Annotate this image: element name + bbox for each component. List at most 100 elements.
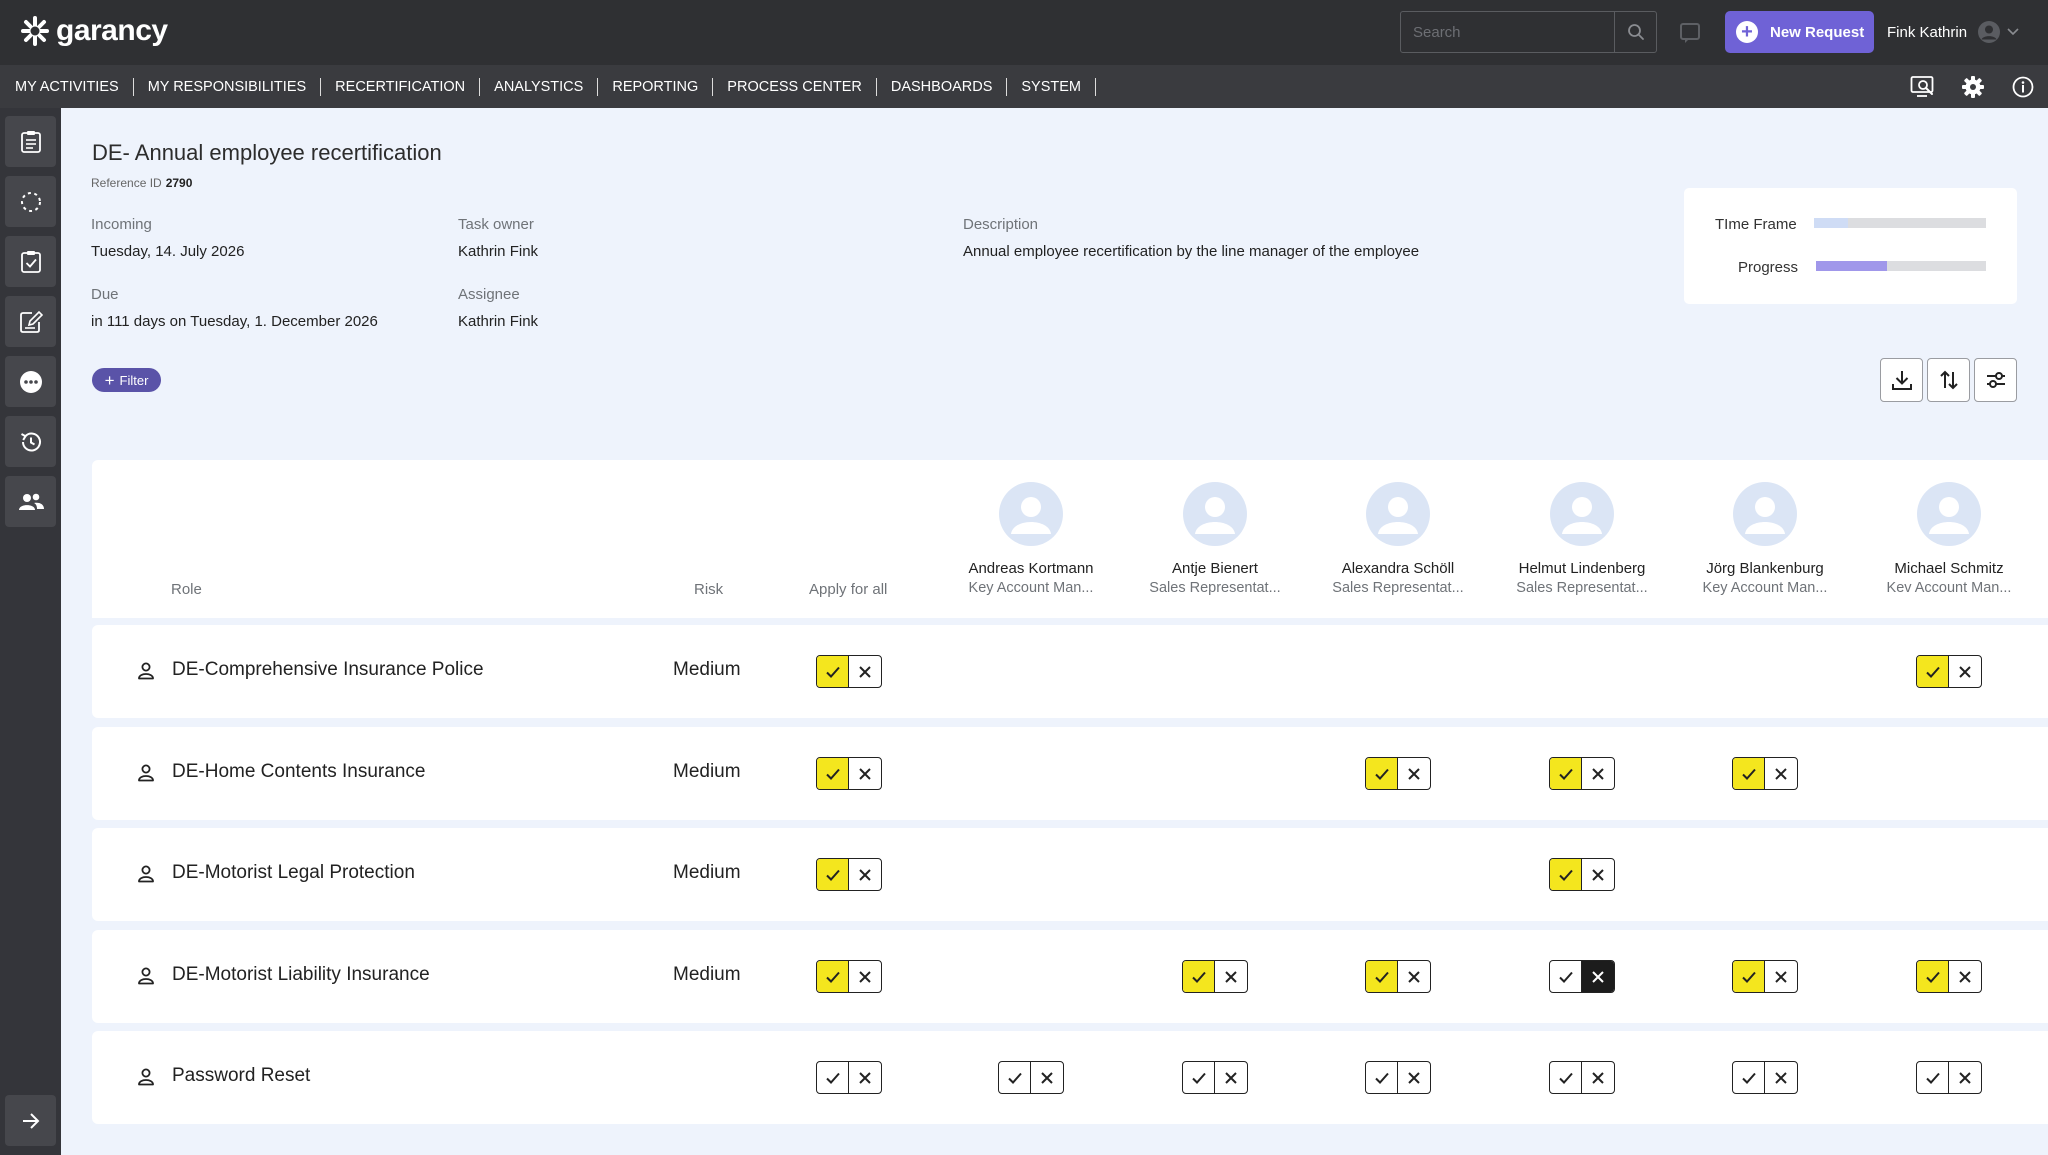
reject-button[interactable] bbox=[1582, 758, 1614, 789]
search-input[interactable] bbox=[1401, 12, 1614, 52]
close-icon bbox=[1408, 767, 1420, 780]
approve-button[interactable] bbox=[1550, 758, 1582, 789]
approve-button[interactable] bbox=[1366, 961, 1398, 992]
sidebar-item-pending[interactable] bbox=[5, 356, 56, 407]
approve-button[interactable] bbox=[1550, 859, 1582, 890]
reject-button[interactable] bbox=[1215, 961, 1247, 992]
nav-dashboards[interactable]: DASHBOARDS bbox=[877, 77, 1008, 96]
reject-button[interactable] bbox=[1765, 1062, 1797, 1093]
user-column-header[interactable]: Alexandra Schöll Sales Representat... bbox=[1306, 482, 1490, 596]
approve-button[interactable] bbox=[1183, 1062, 1215, 1093]
approve-button[interactable] bbox=[1733, 758, 1765, 789]
approve-button[interactable] bbox=[1917, 656, 1949, 687]
sidebar-item-completed[interactable] bbox=[5, 236, 56, 287]
sidebar-item-history[interactable] bbox=[5, 416, 56, 467]
sidebar-item-edit[interactable] bbox=[5, 296, 56, 347]
reject-button[interactable] bbox=[1765, 758, 1797, 789]
reject-button[interactable] bbox=[1765, 961, 1797, 992]
reject-button[interactable] bbox=[1398, 961, 1430, 992]
reject-button[interactable] bbox=[1398, 1062, 1430, 1093]
user-avatar-icon bbox=[999, 482, 1063, 546]
sort-button[interactable] bbox=[1927, 358, 1970, 402]
decision-toggle bbox=[1916, 1061, 1982, 1094]
filter-button[interactable]: + Filter bbox=[92, 368, 161, 392]
download-icon bbox=[1891, 371, 1912, 390]
settings-button[interactable] bbox=[1948, 65, 1998, 108]
user-column-header[interactable]: Andreas Kortmann Key Account Man... bbox=[939, 482, 1123, 596]
search-button[interactable] bbox=[1614, 12, 1656, 52]
new-request-button[interactable]: + New Request bbox=[1725, 11, 1874, 53]
approve-button[interactable] bbox=[817, 656, 849, 687]
user-title: Sales Representat... bbox=[1332, 580, 1464, 596]
sidebar-item-users[interactable] bbox=[5, 476, 56, 527]
role-name[interactable]: DE-Comprehensive Insurance Police bbox=[172, 659, 484, 681]
users-icon bbox=[18, 493, 44, 510]
user-menu[interactable]: Fink Kathrin bbox=[1887, 20, 2019, 44]
reject-button[interactable] bbox=[1582, 859, 1614, 890]
user-column-header[interactable]: Michael Schmitz Kev Account Man... bbox=[1857, 482, 2041, 596]
reject-button[interactable] bbox=[849, 859, 881, 890]
approve-button[interactable] bbox=[1366, 758, 1398, 789]
risk-column-header[interactable]: Risk bbox=[694, 581, 723, 598]
approve-button[interactable] bbox=[817, 961, 849, 992]
reject-button[interactable] bbox=[1215, 1062, 1247, 1093]
approve-button[interactable] bbox=[1733, 961, 1765, 992]
user-column-header[interactable]: Antje Bienert Sales Representat... bbox=[1123, 482, 1307, 596]
role-column-header[interactable]: Role bbox=[171, 581, 202, 598]
user-column-header[interactable]: Jörg Blankenburg Key Account Man... bbox=[1673, 482, 1857, 596]
approve-button[interactable] bbox=[1917, 961, 1949, 992]
user-avatar-icon bbox=[1733, 482, 1797, 546]
approve-button[interactable] bbox=[1733, 1062, 1765, 1093]
app-logo[interactable]: garancy bbox=[20, 14, 168, 48]
reject-button[interactable] bbox=[849, 961, 881, 992]
approve-button[interactable] bbox=[999, 1062, 1031, 1093]
check-icon bbox=[1925, 971, 1940, 983]
user-title: Key Account Man... bbox=[968, 580, 1094, 596]
chevron-down-icon bbox=[2007, 28, 2019, 36]
role-name[interactable]: DE-Motorist Liability Insurance bbox=[172, 964, 430, 986]
reject-button[interactable] bbox=[1582, 1062, 1614, 1093]
role-name[interactable]: Password Reset bbox=[172, 1065, 310, 1087]
reject-button[interactable] bbox=[849, 656, 881, 687]
nav-recertification[interactable]: RECERTIFICATION bbox=[321, 77, 481, 96]
nav-reporting[interactable]: REPORTING bbox=[598, 77, 714, 96]
download-button[interactable] bbox=[1880, 358, 1923, 402]
reject-button[interactable] bbox=[1582, 961, 1614, 992]
sidebar-expand-button[interactable] bbox=[5, 1095, 56, 1146]
reject-button[interactable] bbox=[849, 758, 881, 789]
decision-toggle bbox=[1549, 1061, 1615, 1094]
approve-button[interactable] bbox=[1550, 961, 1582, 992]
adjust-columns-button[interactable] bbox=[1974, 358, 2017, 402]
role-name[interactable]: DE-Motorist Legal Protection bbox=[172, 862, 415, 884]
reject-button[interactable] bbox=[1949, 1062, 1981, 1093]
reject-button[interactable] bbox=[1031, 1062, 1063, 1093]
info-button[interactable] bbox=[1998, 65, 2048, 108]
approve-button[interactable] bbox=[1917, 1062, 1949, 1093]
search-monitor-button[interactable] bbox=[1898, 65, 1948, 108]
reject-button[interactable] bbox=[1398, 758, 1430, 789]
check-icon bbox=[1191, 1072, 1206, 1084]
reject-button[interactable] bbox=[1949, 961, 1981, 992]
sidebar-item-in-progress[interactable] bbox=[5, 176, 56, 227]
approve-button[interactable] bbox=[1550, 1062, 1582, 1093]
nav-analytics[interactable]: ANALYSTICS bbox=[480, 77, 599, 96]
role-name[interactable]: DE-Home Contents Insurance bbox=[172, 761, 425, 783]
reject-button[interactable] bbox=[1949, 656, 1981, 687]
nav-system[interactable]: SYSTEM bbox=[1007, 77, 1097, 96]
approve-button[interactable] bbox=[817, 1062, 849, 1093]
approve-button[interactable] bbox=[1183, 961, 1215, 992]
sidebar-item-tasks[interactable] bbox=[5, 116, 56, 167]
approve-button[interactable] bbox=[817, 758, 849, 789]
reject-button[interactable] bbox=[849, 1062, 881, 1093]
nav-process-center[interactable]: PROCESS CENTER bbox=[713, 77, 877, 96]
user-title: Sales Representat... bbox=[1516, 580, 1648, 596]
description-value: Annual employee recertification by the l… bbox=[963, 243, 1420, 260]
user-column-header[interactable]: Helmut Lindenberg Sales Representat... bbox=[1490, 482, 1674, 596]
check-icon bbox=[825, 768, 840, 780]
approve-button[interactable] bbox=[1366, 1062, 1398, 1093]
nav-my-responsibilities[interactable]: MY RESPONSIBILITIES bbox=[134, 77, 322, 96]
nav-my-activities[interactable]: MY ACTIVITIES bbox=[0, 77, 134, 96]
chat-icon[interactable] bbox=[1679, 22, 1701, 44]
approve-button[interactable] bbox=[817, 859, 849, 890]
check-icon bbox=[1374, 1072, 1389, 1084]
